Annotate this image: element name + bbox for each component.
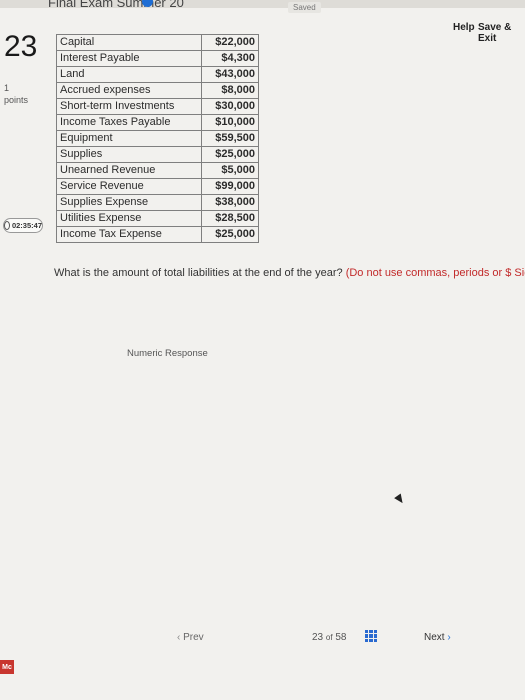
- total-pages: 58: [335, 632, 347, 643]
- account-amount: $43,000: [201, 66, 259, 83]
- account-name: Supplies: [56, 146, 202, 163]
- account-name: Utilities Expense: [56, 210, 202, 227]
- question-text: What is the amount of total liabilities …: [54, 267, 343, 279]
- table-row: Income Tax Expense $25,000: [56, 226, 259, 243]
- chevron-right-icon: ›: [447, 632, 451, 643]
- account-amount: $22,000: [201, 34, 259, 51]
- table-row: Accrued expenses $8,000: [56, 82, 259, 99]
- account-amount: $4,300: [201, 50, 259, 67]
- timer-badge: 02:35:47: [3, 218, 43, 233]
- account-name: Short-term Investments: [56, 98, 202, 115]
- table-row: Short-term Investments $30,000: [56, 98, 259, 115]
- points-value: 1: [4, 83, 10, 93]
- table-row: Unearned Revenue $5,000: [56, 162, 259, 179]
- account-name: Supplies Expense: [56, 194, 202, 211]
- table-row: Service Revenue $99,000: [56, 178, 259, 195]
- table-row: Income Taxes Payable $10,000: [56, 114, 259, 131]
- account-table: Capital $22,000 Interest Payable $4,300 Land…: [56, 34, 259, 243]
- question-prompt: What is the amount of total liabilities …: [54, 267, 525, 279]
- account-name: Service Revenue: [56, 178, 202, 195]
- account-amount: $10,000: [201, 114, 259, 131]
- timer-value: 02:35:47: [11, 221, 42, 230]
- account-name: Land: [56, 66, 202, 83]
- page-of-label: of: [325, 633, 333, 642]
- account-name: Unearned Revenue: [56, 162, 202, 179]
- account-amount: $38,000: [201, 194, 259, 211]
- account-name: Equipment: [56, 130, 202, 147]
- exam-title: Final Exam Summer 20: [48, 0, 184, 10]
- points-indicator: 1 points: [4, 82, 28, 106]
- table-row: Capital $22,000: [56, 34, 259, 51]
- account-amount: $25,000: [201, 146, 259, 163]
- account-name: Capital: [56, 34, 202, 51]
- table-row: Land $43,000: [56, 66, 259, 83]
- next-button[interactable]: Next ›: [424, 632, 451, 643]
- account-amount: $59,500: [201, 130, 259, 147]
- next-label: Next: [424, 632, 445, 643]
- numeric-response-label: Numeric Response: [127, 348, 208, 359]
- account-name: Income Tax Expense: [56, 226, 202, 243]
- table-row: Supplies $25,000: [56, 146, 259, 163]
- points-label: points: [4, 95, 29, 105]
- current-page: 23: [312, 632, 324, 643]
- help-button[interactable]: Help: [453, 22, 475, 33]
- table-row: Equipment $59,500: [56, 130, 259, 147]
- prev-label: Prev: [183, 632, 204, 643]
- table-row: Interest Payable $4,300: [56, 50, 259, 67]
- clock-icon: [4, 221, 10, 230]
- prev-button[interactable]: ‹ Prev: [177, 632, 204, 643]
- account-name: Interest Payable: [56, 50, 202, 67]
- account-amount: $25,000: [201, 226, 259, 243]
- brand-logo: Mc: [0, 660, 14, 674]
- mouse-cursor: [394, 493, 406, 506]
- account-name: Income Taxes Payable: [56, 114, 202, 131]
- account-amount: $99,000: [201, 178, 259, 195]
- account-amount: $30,000: [201, 98, 259, 115]
- account-name: Accrued expenses: [56, 82, 202, 99]
- save-status: Saved: [288, 2, 321, 13]
- account-amount: $8,000: [201, 82, 259, 99]
- account-amount: $5,000: [201, 162, 259, 179]
- numeric-response-input[interactable]: [215, 343, 331, 365]
- question-note: (Do not use commas, periods or $ Signs): [345, 267, 525, 279]
- grid-icon[interactable]: [365, 630, 377, 642]
- save-exit-button[interactable]: Save & Exit: [478, 22, 525, 44]
- table-row: Supplies Expense $38,000: [56, 194, 259, 211]
- account-amount: $28,500: [201, 210, 259, 227]
- table-row: Utilities Expense $28,500: [56, 210, 259, 227]
- chevron-left-icon: ‹: [177, 632, 181, 643]
- question-number: 23: [4, 30, 38, 63]
- page-indicator[interactable]: 23 of 58: [312, 632, 346, 643]
